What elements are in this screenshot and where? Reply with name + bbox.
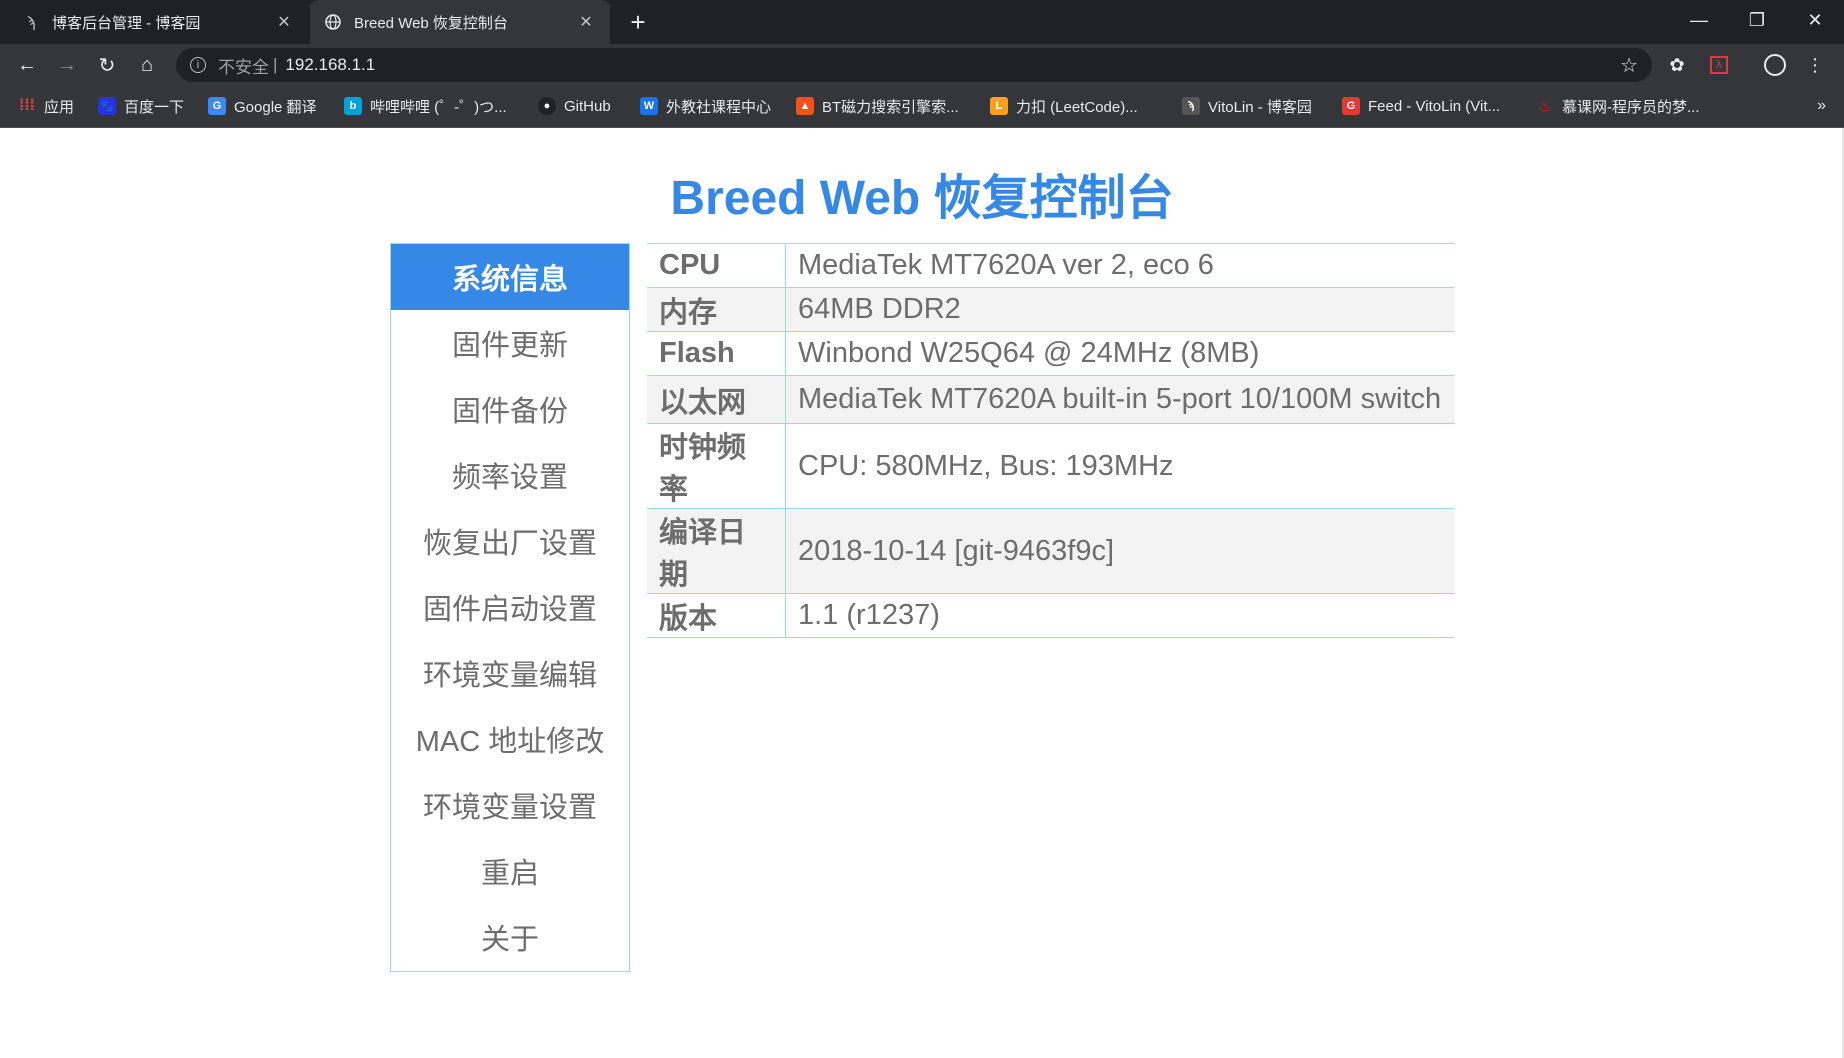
tab-breed-web[interactable]: Breed Web 恢复控制台 ✕ [310,0,610,44]
bookmarks-bar: ⁞⁞⁞ 应用 🐾 百度一下 G Google 翻译 b 哔哩哔哩 (゜-゜)つ.… [0,85,1844,128]
menu-item-factory-reset[interactable]: 恢复出厂设置 [391,508,629,574]
menu-item-env-settings[interactable]: 环境变量设置 [391,772,629,838]
close-icon[interactable]: ✕ [274,12,294,32]
bookmark-baidu[interactable]: 🐾 百度一下 [98,85,184,127]
menu-item-reboot[interactable]: 重启 [391,838,629,904]
bookmark-vitolin-cnblogs[interactable]: ϡ VitoLin - 博客园 [1182,85,1312,127]
bookmark-google-translate[interactable]: G Google 翻译 [208,85,317,127]
info-value: Winbond W25Q64 @ 24MHz (8MB) [785,331,1454,376]
menu-item-boot-settings[interactable]: 固件启动设置 [391,574,629,640]
menu-item-mac-address[interactable]: MAC 地址修改 [391,706,629,772]
browser-toolbar: ← → ↻ ⌂ i 不安全 | 192.168.1.1 ☆ ✿ λ ⋮ [0,44,1844,85]
bt-icon: ▲ [796,97,814,115]
w-icon: W [640,97,658,115]
divider: | [273,55,278,74]
bookmark-bt-search[interactable]: ▲ BT磁力搜索引擎索... [796,85,959,127]
menu-item-frequency-settings[interactable]: 频率设置 [391,442,629,508]
security-label: 不安全 [218,57,269,77]
info-key: CPU [647,243,786,288]
menu-item-env-edit[interactable]: 环境变量编辑 [391,640,629,706]
info-key: 版本 [647,593,786,638]
info-key: 内存 [647,287,786,332]
profile-avatar-icon[interactable] [1760,50,1790,80]
table-row: 内存 64MB DDR2 [647,287,1454,332]
leetcode-icon: L [990,97,1008,115]
page-content: Breed Web 恢复控制台 系统信息 固件更新 固件备份 频率设置 恢复出厂… [0,128,1844,1058]
tab-title: Breed Web 恢复控制台 [354,14,508,32]
url-text[interactable]: 192.168.1.1 [285,55,1620,75]
feed-icon: G [1342,97,1360,115]
new-tab-button[interactable]: + [622,6,654,38]
tab-title: 博客后台管理 - 博客园 [52,14,201,32]
menu-item-about[interactable]: 关于 [391,904,629,970]
table-row: 以太网 MediaTek MT7620A built-in 5-port 10/… [647,375,1454,424]
info-key: 以太网 [647,375,786,424]
address-bar[interactable]: i 不安全 | 192.168.1.1 ☆ [176,48,1652,82]
page-title: Breed Web 恢复控制台 [670,172,1174,225]
baidu-icon: 🐾 [98,97,116,115]
bookmark-imooc[interactable]: ♨ 慕课网-程序员的梦... [1536,85,1700,127]
system-info-table: CPU MediaTek MT7620A ver 2, eco 6 内存 64M… [647,243,1454,638]
window-close-icon[interactable]: ✕ [1786,0,1844,40]
info-value: MediaTek MT7620A ver 2, eco 6 [785,243,1454,288]
apps-grid-icon: ⁞⁞⁞ [19,97,35,114]
info-key: Flash [647,331,786,376]
pdf-extension-icon[interactable]: λ [1704,50,1734,80]
bookmarks-overflow-button[interactable]: » [1817,85,1826,127]
reload-icon[interactable]: ↻ [90,48,124,82]
back-icon[interactable]: ← [10,48,44,82]
restore-icon[interactable]: ❐ [1728,0,1786,40]
table-row: CPU MediaTek MT7620A ver 2, eco 6 [647,243,1454,288]
tab-cnblogs-admin[interactable]: ϡ 博客后台管理 - 博客园 ✕ [8,0,308,44]
menu-kebab-icon[interactable]: ⋮ [1800,50,1830,80]
menu-item-firmware-update[interactable]: 固件更新 [391,310,629,376]
bookmark-apps[interactable]: ⁞⁞⁞ 应用 [18,85,74,127]
bookmark-leetcode[interactable]: L 力扣 (LeetCode)... [990,85,1138,127]
bookmark-bilibili[interactable]: b 哔哩哔哩 (゜-゜)つ... [344,85,507,127]
bookmark-star-icon[interactable]: ☆ [1620,53,1638,78]
extension-icon[interactable]: ✿ [1662,50,1692,80]
cnblogs-icon: ϡ [1182,97,1200,115]
table-row: Flash Winbond W25Q64 @ 24MHz (8MB) [647,331,1454,376]
close-icon[interactable]: ✕ [576,12,596,32]
info-value: CPU: 580MHz, Bus: 193MHz [785,423,1454,509]
info-value: 2018-10-14 [git-9463f9c] [785,508,1454,594]
home-icon[interactable]: ⌂ [130,48,164,82]
cnblogs-icon: ϡ [26,13,36,31]
tab-strip: ϡ 博客后台管理 - 博客园 ✕ Breed Web 恢复控制台 ✕ + — ❐… [0,0,1844,44]
info-key: 时钟频率 [647,423,786,509]
bookmark-feed-vitolin[interactable]: G Feed - VitoLin (Vit... [1342,85,1500,127]
imooc-icon: ♨ [1537,98,1553,115]
forward-icon[interactable]: → [50,48,84,82]
menu-item-firmware-backup[interactable]: 固件备份 [391,376,629,442]
globe-icon [324,13,342,31]
table-row: 版本 1.1 (r1237) [647,593,1454,638]
bookmark-waijiaoshe[interactable]: W 外教社课程中心 [640,85,771,127]
bookmark-github[interactable]: ● GitHub [538,85,611,127]
table-row: 编译日期 2018-10-14 [git-9463f9c] [647,508,1454,594]
info-value: 64MB DDR2 [785,287,1454,332]
info-value: MediaTek MT7620A built-in 5-port 10/100M… [785,375,1454,424]
google-translate-icon: G [208,97,226,115]
info-key: 编译日期 [647,508,786,594]
info-icon[interactable]: i [190,57,206,73]
minimize-icon[interactable]: — [1670,0,1728,40]
github-icon: ● [538,97,556,115]
sidebar-menu: 系统信息 固件更新 固件备份 频率设置 恢复出厂设置 固件启动设置 环境变量编辑… [390,243,630,972]
table-row: 时钟频率 CPU: 580MHz, Bus: 193MHz [647,423,1454,509]
bilibili-icon: b [344,97,362,115]
info-value: 1.1 (r1237) [785,593,1454,638]
menu-item-system-info[interactable]: 系统信息 [391,244,629,310]
